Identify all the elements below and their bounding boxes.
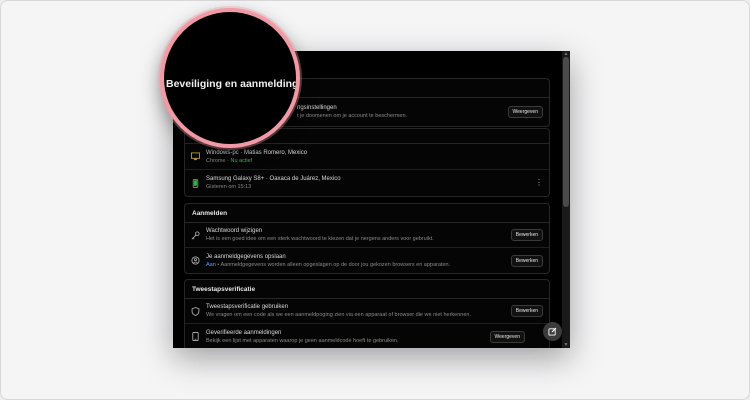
view-authorized-logins-button[interactable]: Weergeven	[489, 330, 525, 343]
save-login-status: Aan	[206, 261, 216, 268]
compose-button[interactable]	[543, 322, 562, 341]
info-circle-icon	[191, 256, 200, 265]
save-login-row[interactable]: Je aanmeldgegevens opslaan Aan • Aanmeld…	[185, 248, 549, 273]
device-name: Windows-pc · Matias Romero, Mexico	[206, 149, 308, 156]
device-row-windows[interactable]: Windows-pc · Matias Romero, Mexico Chrom…	[185, 144, 549, 170]
security-settings-title: ngsinstellingen	[297, 105, 337, 111]
scrollbar-thumb[interactable]	[563, 57, 569, 207]
shield-icon	[191, 306, 200, 316]
more-options-icon[interactable]: ⋮	[535, 179, 543, 187]
use-two-factor-title: Tweestapsverificatie gebruiken	[206, 304, 289, 310]
use-two-factor-row[interactable]: Tweestapsverificatie gebruiken We vragen…	[185, 299, 549, 324]
authorized-logins-title: Geverifieerde aanmeldingen	[206, 329, 282, 336]
view-security-settings-button[interactable]: Weergeven	[507, 106, 543, 118]
change-password-subtitle: Het is een goed idee om een sterk wachtw…	[206, 236, 434, 242]
two-factor-card: Tweestapsverificatie Tweestapsverificati…	[184, 279, 550, 348]
authorized-logins-row[interactable]: Geverifieerde aanmeldingen Bekijk een li…	[185, 324, 549, 348]
page-title: Beveiliging en aanmelding	[166, 78, 299, 90]
edit-password-button[interactable]: Bewerken	[510, 229, 543, 241]
key-icon	[191, 230, 200, 240]
device-last-seen: Gisteren om 15:13	[206, 184, 252, 190]
device-row-phone[interactable]: Samsung Galaxy S8+ · Oaxaca de Juárez, M…	[185, 170, 549, 196]
device-browser: Chrome	[206, 157, 226, 164]
vertical-scrollbar[interactable]: ▲ ▼	[562, 51, 570, 348]
device-name: Samsung Galaxy S8+ · Oaxaca de Juárez, M…	[206, 176, 341, 182]
edit-save-login-button[interactable]: Bewerken	[510, 254, 543, 267]
use-two-factor-subtitle: We vragen om een code als we een aanmeld…	[206, 312, 471, 318]
login-card: Aanmelden Wachtwoord wijzigen Het is een…	[184, 203, 550, 274]
change-password-title: Wachtwoord wijzigen	[206, 228, 263, 234]
two-factor-card-header: Tweestapsverificatie	[185, 280, 549, 299]
save-login-subtitle: • Aanmeldgegevens worden alleen opgeslag…	[215, 261, 451, 268]
zoom-magnifier: Beveiliging en aanmelding	[160, 8, 300, 148]
security-settings-subtitle: t je doomenen om je account te bescherme…	[297, 113, 408, 119]
authorized-logins-subtitle: Bekijk een lijst met apparaten waarop je…	[206, 337, 399, 344]
device-active-status: Nu actief	[230, 157, 253, 164]
login-card-header: Aanmelden	[185, 204, 549, 223]
phone-icon	[191, 178, 200, 188]
monitor-icon	[191, 152, 200, 161]
edit-icon	[548, 327, 557, 336]
save-login-title: Je aanmeldgegevens opslaan	[206, 253, 286, 260]
scroll-down-icon[interactable]: ▼	[562, 342, 570, 348]
device-icon	[191, 332, 200, 341]
change-password-row[interactable]: Wachtwoord wijzigen Het is een goed idee…	[185, 223, 549, 248]
edit-two-factor-button[interactable]: Bewerken	[510, 305, 543, 317]
